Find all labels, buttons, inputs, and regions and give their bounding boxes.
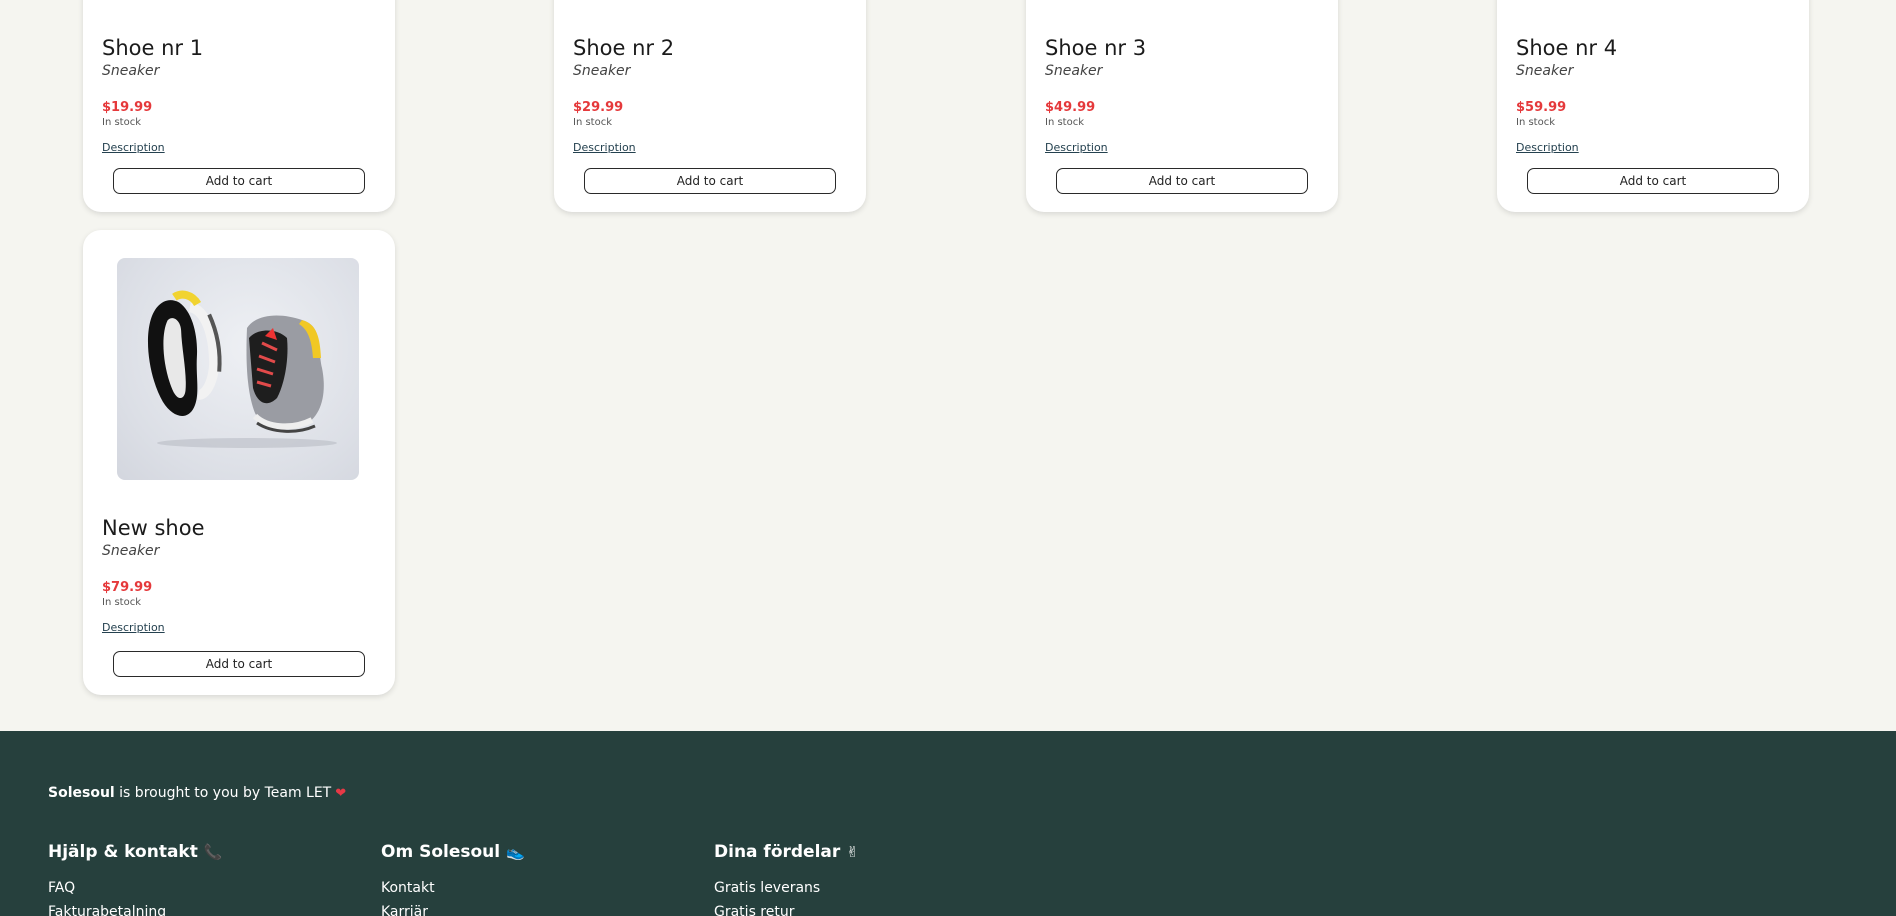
footer-byline: Solesoul is brought to you by Team LET ❤ [48, 783, 346, 804]
product-card: Shoe nr 4 Sneaker $59.99 In stock Descri… [1497, 0, 1809, 212]
product-type: Sneaker [573, 63, 631, 79]
page: Shoe nr 1 Sneaker $19.99 In stock Descri… [0, 0, 1896, 916]
footer-column-heading: Hjälp & kontakt 📞 [48, 842, 223, 862]
byline-text: is brought to you by Team LET [114, 785, 332, 801]
footer-column-about: Om Solesoul 👟 Kontakt Karriär [381, 841, 525, 916]
product-title: New shoe [102, 516, 205, 540]
product-card: New shoe Sneaker $79.99 In stock Descrip… [83, 230, 395, 695]
product-type: Sneaker [102, 543, 160, 559]
stock-status: In stock [1045, 117, 1085, 128]
footer-link[interactable]: FAQ [48, 876, 223, 900]
product-card: Shoe nr 3 Sneaker $49.99 In stock Descri… [1026, 0, 1338, 212]
footer-link[interactable]: Gratis retur [714, 900, 859, 916]
footer-link[interactable]: Kontakt [381, 876, 525, 900]
product-type: Sneaker [1516, 63, 1574, 79]
add-to-cart-button[interactable]: Add to cart [113, 168, 365, 194]
product-price: $79.99 [102, 580, 153, 595]
phone-icon: 📞 [203, 843, 223, 861]
site-footer: Solesoul is brought to you by Team LET ❤ … [0, 731, 1896, 916]
product-title: Shoe nr 3 [1045, 36, 1147, 60]
product-type: Sneaker [1045, 63, 1103, 79]
product-title: Shoe nr 1 [102, 36, 204, 60]
footer-link[interactable]: Karriär [381, 900, 525, 916]
add-to-cart-button[interactable]: Add to cart [584, 168, 836, 194]
product-title: Shoe nr 4 [1516, 36, 1618, 60]
footer-column-heading: Om Solesoul 👟 [381, 842, 525, 862]
footer-column-benefits: Dina fördelar ✌ Gratis leverans Gratis re… [714, 841, 859, 916]
stock-status: In stock [102, 597, 142, 608]
product-image[interactable] [117, 258, 359, 480]
heart-icon: ❤ [335, 786, 347, 801]
description-link[interactable]: Description [573, 141, 636, 155]
description-link[interactable]: Description [102, 141, 165, 155]
add-to-cart-button[interactable]: Add to cart [1056, 168, 1308, 194]
description-link[interactable]: Description [1516, 141, 1579, 155]
product-price: $49.99 [1045, 100, 1096, 115]
product-type: Sneaker [102, 63, 160, 79]
brand-name: Solesoul [48, 785, 115, 801]
add-to-cart-button[interactable]: Add to cart [1527, 168, 1779, 194]
stock-status: In stock [573, 117, 613, 128]
product-card: Shoe nr 2 Sneaker $29.99 In stock Descri… [554, 0, 866, 212]
footer-column-heading: Dina fördelar ✌ [714, 842, 859, 862]
add-to-cart-button[interactable]: Add to cart [113, 651, 365, 677]
product-price: $59.99 [1516, 100, 1567, 115]
product-price: $29.99 [573, 100, 624, 115]
product-price: $19.99 [102, 100, 153, 115]
sneaker-pair-illustration [148, 290, 337, 448]
product-card: Shoe nr 1 Sneaker $19.99 In stock Descri… [83, 0, 395, 212]
stock-status: In stock [102, 117, 142, 128]
footer-link[interactable]: Gratis leverans [714, 876, 859, 900]
stock-status: In stock [1516, 117, 1556, 128]
product-title: Shoe nr 2 [573, 36, 675, 60]
sneaker-icon: 👟 [506, 843, 525, 861]
victory-hand-icon: ✌ [846, 843, 859, 861]
description-link[interactable]: Description [102, 621, 165, 635]
description-link[interactable]: Description [1045, 141, 1108, 155]
footer-link[interactable]: Fakturabetalning [48, 900, 223, 916]
footer-column-help: Hjälp & kontakt 📞 FAQ Fakturabetalning [48, 841, 223, 916]
